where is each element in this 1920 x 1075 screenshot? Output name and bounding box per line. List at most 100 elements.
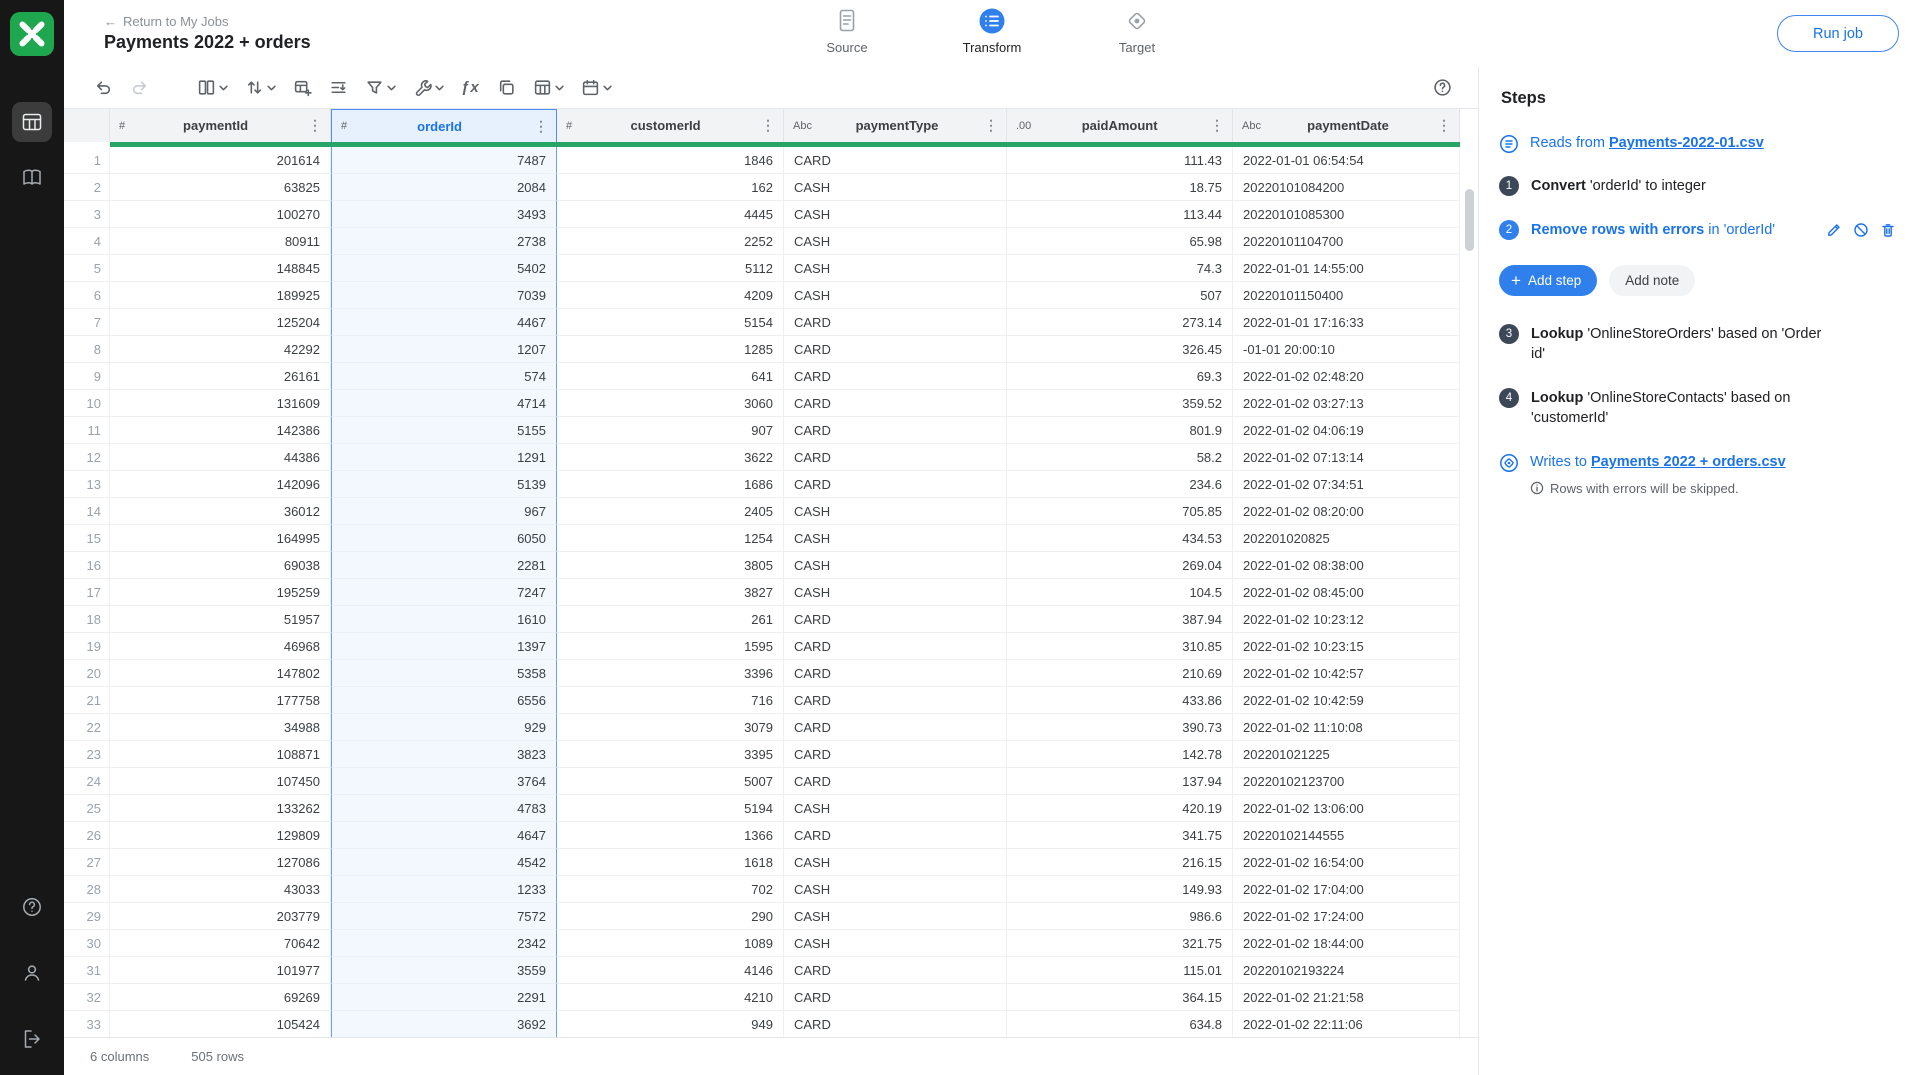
cell-paymentId[interactable]: 133262 [110,795,331,822]
cell-paymentType[interactable]: CASH [784,282,1007,309]
cell-orderId[interactable]: 4647 [331,822,557,849]
column-header-paidAmount[interactable]: .00paidAmount⋮ [1007,109,1233,142]
writes-file-link[interactable]: Payments 2022 + orders.csv [1591,454,1786,470]
add-step-button[interactable]: + Add step [1499,265,1597,296]
cell-customerId[interactable]: 1089 [557,930,784,957]
sidebar-item-logout[interactable] [12,1019,52,1059]
cell-paymentDate[interactable]: 2022-01-02 10:42:57 [1233,660,1460,687]
cell-paymentId[interactable]: 142096 [110,471,331,498]
cell-paymentDate[interactable]: 2022-01-01 14:55:00 [1233,255,1460,282]
cell-paymentId[interactable]: 201614 [110,147,331,174]
cell-customerId[interactable]: 4445 [557,201,784,228]
cell-customerId[interactable]: 949 [557,1011,784,1037]
cell-paidAmount[interactable]: 326.45 [1007,336,1233,363]
cell-paymentDate[interactable]: 202201021225 [1233,741,1460,768]
cell-paidAmount[interactable]: 65.98 [1007,228,1233,255]
cell-paymentId[interactable]: 107450 [110,768,331,795]
cell-paymentType[interactable]: CARD [784,633,1007,660]
cell-paymentDate[interactable]: 2022-01-02 08:20:00 [1233,498,1460,525]
cell-paidAmount[interactable]: 269.04 [1007,552,1233,579]
cell-customerId[interactable]: 5007 [557,768,784,795]
cell-paymentType[interactable]: CARD [784,336,1007,363]
cell-paymentType[interactable]: CASH [784,228,1007,255]
cell-paidAmount[interactable]: 387.94 [1007,606,1233,633]
transform-tools-button[interactable] [413,78,444,97]
cell-paidAmount[interactable]: 149.93 [1007,876,1233,903]
column-menu-icon[interactable]: ⋮ [759,117,777,134]
cell-orderId[interactable]: 1233 [331,876,557,903]
reads-file-link[interactable]: Payments-2022-01.csv [1609,135,1764,151]
cell-paidAmount[interactable]: 986.6 [1007,903,1233,930]
cell-paymentDate[interactable]: 2022-01-02 11:10:08 [1233,714,1460,741]
cell-customerId[interactable]: 3079 [557,714,784,741]
cell-orderId[interactable]: 4542 [331,849,557,876]
cell-paymentDate[interactable]: 20220102144555 [1233,822,1460,849]
cell-orderId[interactable]: 2342 [331,930,557,957]
row-actions-button[interactable] [329,78,348,97]
cell-customerId[interactable]: 1285 [557,336,784,363]
cell-orderId[interactable]: 4783 [331,795,557,822]
cell-customerId[interactable]: 290 [557,903,784,930]
cell-orderId[interactable]: 7487 [331,147,557,174]
cell-paymentId[interactable]: 108871 [110,741,331,768]
cell-orderId[interactable]: 7039 [331,282,557,309]
filter-menu-button[interactable] [365,78,396,97]
writes-to-row[interactable]: Writes to Payments 2022 + orders.csv [1499,453,1896,473]
cell-paymentType[interactable]: CASH [784,876,1007,903]
cell-paymentId[interactable]: 203779 [110,903,331,930]
cell-orderId[interactable]: 574 [331,363,557,390]
cell-orderId[interactable]: 5155 [331,417,557,444]
cell-paymentId[interactable]: 164995 [110,525,331,552]
cell-paidAmount[interactable]: 321.75 [1007,930,1233,957]
table-style-button[interactable] [533,78,564,97]
cell-customerId[interactable]: 3805 [557,552,784,579]
cell-orderId[interactable]: 1291 [331,444,557,471]
cell-paymentType[interactable]: CASH [784,525,1007,552]
cell-orderId[interactable]: 1610 [331,606,557,633]
add-note-button[interactable]: Add note [1609,265,1695,296]
app-logo-icon[interactable] [10,12,54,56]
cell-customerId[interactable]: 1366 [557,822,784,849]
cell-customerId[interactable]: 162 [557,174,784,201]
cell-paymentDate[interactable]: 20220102123700 [1233,768,1460,795]
cell-orderId[interactable]: 4467 [331,309,557,336]
column-header-paymentType[interactable]: AbcpaymentType⋮ [784,109,1007,142]
cell-orderId[interactable]: 5139 [331,471,557,498]
cell-paidAmount[interactable]: 364.15 [1007,984,1233,1011]
columns-menu-button[interactable] [197,78,228,97]
redo-button[interactable] [130,78,149,97]
cell-orderId[interactable]: 4714 [331,390,557,417]
cell-customerId[interactable]: 641 [557,363,784,390]
cell-paymentType[interactable]: CASH [784,795,1007,822]
cell-paidAmount[interactable]: 433.86 [1007,687,1233,714]
cell-customerId[interactable]: 4210 [557,984,784,1011]
cell-paymentId[interactable]: 101977 [110,957,331,984]
cell-paidAmount[interactable]: 137.94 [1007,768,1233,795]
reads-from-row[interactable]: Reads from Payments-2022-01.csv [1499,134,1896,154]
cell-paymentType[interactable]: CASH [784,174,1007,201]
cell-paymentId[interactable]: 69038 [110,552,331,579]
cell-paidAmount[interactable]: 18.75 [1007,174,1233,201]
cell-paymentType[interactable]: CARD [784,741,1007,768]
cell-customerId[interactable]: 1595 [557,633,784,660]
step-item-3[interactable]: 3 Lookup 'OnlineStoreOrders' based on 'O… [1499,324,1896,365]
cell-paymentDate[interactable]: 2022-01-02 17:04:00 [1233,876,1460,903]
cell-orderId[interactable]: 3692 [331,1011,557,1037]
cell-customerId[interactable]: 1254 [557,525,784,552]
cell-paidAmount[interactable]: 234.6 [1007,471,1233,498]
cell-paymentId[interactable]: 129809 [110,822,331,849]
cell-paymentDate[interactable]: 20220101084200 [1233,174,1460,201]
cell-orderId[interactable]: 929 [331,714,557,741]
cell-paymentType[interactable]: CARD [784,1011,1007,1037]
cell-paymentType[interactable]: CARD [784,714,1007,741]
cell-paymentId[interactable]: 34988 [110,714,331,741]
cell-paymentType[interactable]: CASH [784,930,1007,957]
toolbar-help-button[interactable] [1433,78,1452,97]
cell-paymentType[interactable]: CASH [784,903,1007,930]
cell-paymentType[interactable]: CASH [784,579,1007,606]
cell-orderId[interactable]: 6050 [331,525,557,552]
cell-paymentId[interactable]: 142386 [110,417,331,444]
cell-paymentType[interactable]: CARD [784,309,1007,336]
cell-paidAmount[interactable]: 341.75 [1007,822,1233,849]
cell-orderId[interactable]: 5402 [331,255,557,282]
